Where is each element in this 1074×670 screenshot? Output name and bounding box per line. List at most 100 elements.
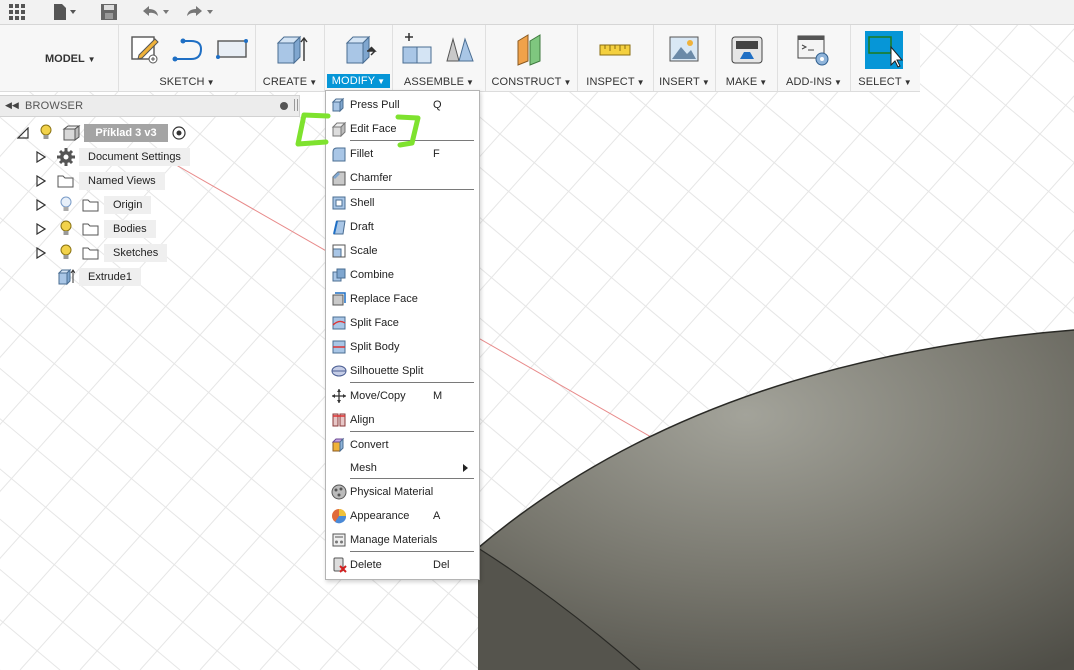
annotation-highlight [295, 112, 421, 148]
scale-icon [332, 244, 346, 258]
menu-item-combine[interactable]: Combine [326, 264, 479, 286]
menu-item-split-body[interactable]: Split Body [326, 336, 479, 358]
joint-icon[interactable] [443, 33, 477, 67]
construct-group[interactable]: CONSTRUCT ▼ [486, 25, 578, 91]
make-menu[interactable]: MAKE ▼ [716, 76, 777, 88]
appearance-icon [332, 509, 347, 524]
expand-triangle-icon[interactable] [36, 151, 46, 163]
3d-print-icon[interactable] [730, 33, 764, 67]
construct-menu[interactable]: CONSTRUCT ▼ [486, 76, 577, 88]
offset-plane-icon[interactable] [514, 33, 548, 67]
bodies-item[interactable]: Bodies [104, 219, 156, 239]
document-settings-item[interactable]: Document Settings [79, 147, 190, 167]
modify-menu-button[interactable]: MODIFY ▼ [327, 74, 390, 88]
menu-item-label: Align [350, 414, 375, 426]
new-component-icon[interactable] [401, 33, 435, 67]
menu-item-label: Split Face [350, 317, 399, 329]
named-views-item[interactable]: Named Views [79, 171, 165, 191]
visibility-bulb-icon[interactable] [39, 124, 53, 142]
measure-icon[interactable] [598, 33, 632, 67]
visibility-bulb-icon[interactable] [59, 220, 73, 238]
component-icon [62, 125, 81, 141]
inspect-menu[interactable]: INSPECT ▼ [578, 76, 653, 88]
replace-face-icon [332, 292, 346, 306]
sketch-group[interactable]: SKETCH ▼ [119, 25, 256, 91]
manage-materials-icon [332, 533, 346, 547]
menu-item-manage-materials[interactable]: Manage Materials [326, 529, 479, 551]
menu-item-label: Combine [350, 269, 395, 281]
menu-item-draft[interactable]: Draft [326, 216, 479, 238]
browser-title: BROWSER [25, 100, 84, 112]
folder-icon [82, 199, 99, 212]
shell-icon [332, 196, 346, 210]
assemble-menu[interactable]: ASSEMBLE ▼ [393, 76, 485, 88]
browser-root-row[interactable] [17, 123, 29, 143]
menu-item-delete[interactable]: Delete Del [326, 554, 479, 576]
root-component-label[interactable]: Příklad 3 v3 [84, 124, 168, 142]
modify-group[interactable]: MODIFY ▼ [325, 25, 393, 91]
folder-icon [82, 223, 99, 236]
expand-triangle-icon[interactable] [36, 247, 46, 259]
insert-group[interactable]: INSERT ▼ [654, 25, 716, 91]
convert-icon [331, 437, 345, 453]
menu-item-scale[interactable]: Scale [326, 240, 479, 262]
addins-menu[interactable]: ADD-INS ▼ [778, 76, 850, 88]
menu-item-appearance[interactable]: Appearance A [326, 505, 479, 527]
menu-item-label: Chamfer [350, 172, 393, 184]
extrude1-item[interactable]: Extrude1 [79, 267, 142, 287]
menu-item-align[interactable]: Align [326, 409, 479, 431]
menu-item-shell[interactable]: Shell [326, 192, 479, 214]
make-group[interactable]: MAKE ▼ [716, 25, 778, 91]
undo-icon[interactable] [140, 2, 172, 22]
extrude-icon[interactable] [274, 33, 308, 67]
insert-image-icon[interactable] [668, 33, 702, 67]
menu-item-convert[interactable]: Convert [326, 434, 479, 456]
pin-icon[interactable] [280, 102, 288, 110]
select-menu[interactable]: SELECT ▼ [851, 76, 919, 88]
menu-item-split-face[interactable]: Split Face [326, 312, 479, 334]
redo-icon[interactable] [184, 2, 216, 22]
create-group[interactable]: CREATE ▼ [256, 25, 325, 91]
menu-item-replace-face[interactable]: Replace Face [326, 288, 479, 310]
create-sketch-icon[interactable] [129, 33, 161, 65]
visibility-bulb-icon[interactable] [59, 244, 73, 262]
save-icon[interactable] [100, 2, 118, 22]
menu-item-chamfer[interactable]: Chamfer [326, 167, 479, 189]
expand-triangle-icon[interactable] [36, 199, 46, 211]
menu-item-move-copy[interactable]: Move/Copy M [326, 385, 479, 407]
workspace-switcher[interactable]: MODEL ▼ [0, 25, 119, 91]
menu-item-silhouette-split[interactable]: Silhouette Split [326, 360, 479, 382]
physical-material-icon [331, 484, 347, 500]
sketch-menu[interactable]: SKETCH ▼ [119, 76, 255, 88]
menu-item-mesh[interactable]: Mesh [326, 457, 479, 479]
menu-item-label: Delete [350, 559, 382, 571]
inspect-group[interactable]: INSPECT ▼ [578, 25, 654, 91]
silhouette-split-icon [331, 365, 347, 377]
select-icon[interactable] [867, 33, 903, 69]
assemble-group[interactable]: ASSEMBLE ▼ [393, 25, 486, 91]
apps-grid-icon[interactable] [8, 2, 26, 22]
gear-icon [57, 148, 75, 166]
press-pull-icon[interactable] [343, 33, 377, 67]
expand-triangle-icon[interactable] [36, 175, 46, 187]
origin-item[interactable]: Origin [104, 195, 152, 215]
create-menu[interactable]: CREATE ▼ [256, 76, 324, 88]
quick-access-bar [0, 0, 1074, 25]
rectangle-icon[interactable] [215, 33, 249, 65]
insert-menu[interactable]: INSERT ▼ [654, 76, 715, 88]
select-group[interactable]: SELECT ▼ [851, 25, 919, 91]
sketches-item[interactable]: Sketches [104, 243, 168, 263]
file-menu-icon[interactable] [52, 2, 78, 22]
collapse-browser-icon[interactable]: ◀◀ [5, 100, 19, 111]
browser-header[interactable]: ◀◀ BROWSER [0, 95, 300, 117]
expanded-triangle-icon[interactable] [17, 127, 29, 139]
expand-triangle-icon[interactable] [36, 223, 46, 235]
menu-item-physical-material[interactable]: Physical Material [326, 481, 479, 503]
visibility-bulb-off-icon[interactable] [59, 196, 73, 214]
arc-line-icon[interactable] [171, 33, 205, 65]
align-icon [332, 413, 346, 427]
addins-group[interactable]: ADD-INS ▼ [778, 25, 851, 91]
scripts-addins-icon[interactable] [796, 33, 830, 67]
activate-radio-icon[interactable] [171, 125, 187, 141]
modify-dropdown-menu: Press Pull Q Edit Face Fillet F Chamfer Shell D… [325, 90, 480, 580]
